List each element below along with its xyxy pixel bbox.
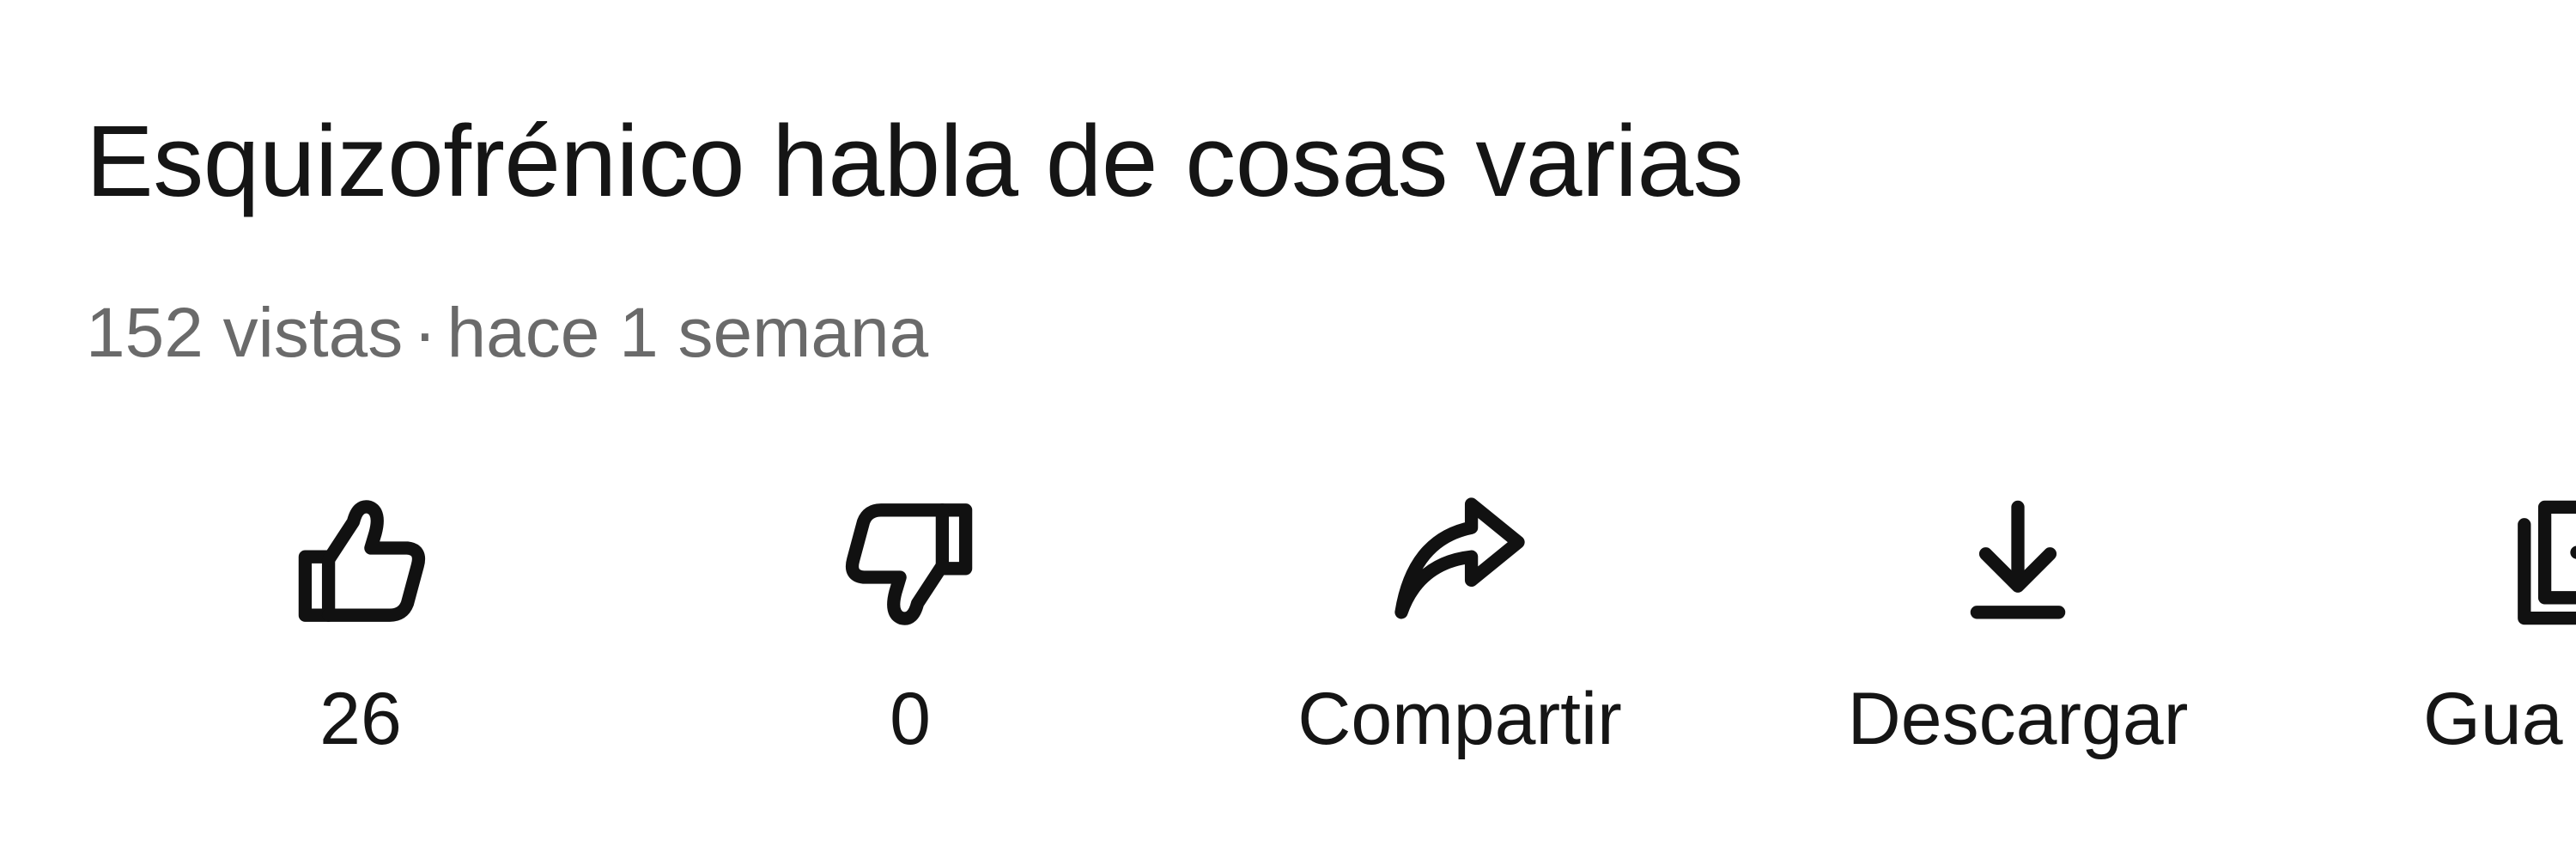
like-count: 26 [319,678,402,760]
share-button[interactable]: Compartir [1236,481,1683,790]
save-to-playlist-icon [2504,490,2576,636]
thumbs-down-icon [837,490,983,636]
thumbs-up-icon [288,490,434,636]
share-arrow-icon [1387,490,1533,636]
video-meta: 152 vistas · hace 1 semana [86,290,928,376]
video-title: Esquizofrénico habla de cosas varias [86,105,1744,218]
download-icon [1945,490,2091,636]
download-label: Descargar [1847,678,2189,760]
dislike-button[interactable]: 0 [687,481,1133,790]
download-button[interactable]: Descargar [1795,481,2241,790]
save-label: Gua [2423,678,2563,760]
view-count: 152 vistas [86,294,404,372]
video-actions-bar: 26 0 Compartir Descargar Gua [0,481,2576,790]
dislike-count: 0 [890,678,931,760]
upload-age: hace 1 semana [447,294,929,372]
like-button[interactable]: 26 [137,481,584,790]
save-button[interactable]: Gua [2423,481,2576,790]
share-label: Compartir [1297,678,1622,760]
meta-separator: · [413,294,437,372]
